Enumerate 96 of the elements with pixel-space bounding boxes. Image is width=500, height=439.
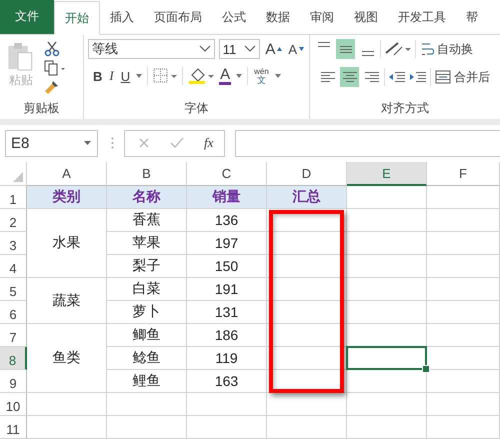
- underline-button[interactable]: U: [120, 68, 132, 84]
- header-cell: 类别: [27, 186, 107, 209]
- name-box[interactable]: E8: [5, 130, 98, 156]
- format-painter-icon[interactable]: [44, 79, 60, 95]
- row-number[interactable]: 6: [0, 301, 27, 324]
- row-number[interactable]: 4: [0, 255, 27, 278]
- horizontal-align-button[interactable]: [340, 67, 359, 87]
- table-cell: 梨子: [107, 255, 187, 278]
- header-cell: 名称: [107, 186, 187, 209]
- text-orientation-icon[interactable]: [384, 41, 412, 57]
- ribbon-tab[interactable]: 公式: [212, 1, 256, 34]
- column-heading[interactable]: B: [107, 162, 187, 186]
- triangle-icon: [13, 172, 23, 182]
- merge-center-button[interactable]: 合并后: [434, 68, 491, 86]
- wrap-icon: [420, 41, 434, 57]
- bold-button[interactable]: B: [92, 68, 104, 84]
- selected-cell[interactable]: [346, 346, 427, 370]
- ribbon-tab[interactable]: 数据: [256, 1, 300, 34]
- table-cell: 119: [187, 347, 267, 370]
- table-cell: 鲫鱼: [107, 324, 187, 347]
- row-number[interactable]: 1: [0, 186, 27, 209]
- column-heading[interactable]: C: [187, 162, 267, 186]
- table-cell: 白菜: [107, 278, 187, 301]
- row-number[interactable]: 9: [0, 370, 27, 393]
- decrease-indent-icon[interactable]: [388, 70, 406, 84]
- increase-indent-icon[interactable]: [409, 70, 427, 84]
- table-cell: 150: [187, 255, 267, 278]
- group-label: 对齐方式: [380, 100, 430, 117]
- ribbon-tab[interactable]: 帮: [456, 1, 488, 34]
- category-cell: 蔬菜: [27, 278, 107, 324]
- phonetic-guide-button[interactable]: wén 文: [253, 67, 270, 85]
- wrap-text-button[interactable]: 自动换: [419, 40, 474, 58]
- copy-icon[interactable]: [44, 60, 66, 76]
- insert-function-button[interactable]: fx: [204, 135, 214, 151]
- checkmark-icon[interactable]: [170, 137, 184, 149]
- column-heading[interactable]: E: [347, 162, 427, 186]
- row-number[interactable]: 5: [0, 278, 27, 301]
- group-label: 剪贴板: [22, 100, 60, 117]
- decrease-font-button[interactable]: A: [287, 42, 305, 56]
- row-number[interactable]: 7: [0, 324, 27, 347]
- align-lines-icon: [342, 70, 358, 84]
- table-cell: 163: [187, 370, 267, 393]
- table-cell: 131: [187, 301, 267, 324]
- column-heading[interactable]: A: [27, 162, 107, 186]
- table-cell: 鲤鱼: [107, 370, 187, 393]
- row-number[interactable]: 11: [0, 416, 27, 439]
- up-triangle-icon: [277, 47, 282, 51]
- italic-button[interactable]: I: [108, 68, 115, 84]
- align-lines-icon: [364, 70, 380, 84]
- header-cell: 汇总: [267, 186, 347, 209]
- font-name-field[interactable]: 等线: [88, 39, 215, 59]
- row-number[interactable]: 3: [0, 232, 27, 255]
- table-cell: 197: [187, 232, 267, 255]
- table-cell: 鲶鱼: [107, 347, 187, 370]
- column-heading[interactable]: D: [267, 162, 347, 186]
- caret-icon[interactable]: [136, 74, 142, 78]
- align-lines-icon: [320, 70, 336, 84]
- ribbon-tab[interactable]: 插入: [100, 1, 144, 34]
- ribbon-tab[interactable]: 视图: [344, 1, 388, 34]
- table-cell: 186: [187, 324, 267, 347]
- header-cell: 销量: [187, 186, 267, 209]
- grip-icon: [111, 137, 114, 149]
- category-cell: 水果: [27, 209, 107, 278]
- category-cell: 鱼类: [27, 324, 107, 393]
- table-cell: 萝卜: [107, 301, 187, 324]
- table-cell: 苹果: [107, 232, 187, 255]
- font-size-field[interactable]: 11: [218, 39, 260, 59]
- formula-input[interactable]: [235, 130, 500, 156]
- ribbon-tab[interactable]: 页面布局: [144, 1, 212, 34]
- dropdown-arrow-icon: [84, 141, 91, 145]
- fill-handle[interactable]: [422, 365, 430, 373]
- ribbon-tab[interactable]: 审阅: [300, 1, 344, 34]
- ribbon-tab[interactable]: 开始: [54, 1, 100, 35]
- file-tab[interactable]: 文件: [0, 0, 54, 34]
- align-lines-icon: [362, 51, 374, 56]
- column-heading[interactable]: F: [427, 162, 500, 186]
- caret-icon[interactable]: [274, 74, 281, 78]
- caret-icon[interactable]: [236, 74, 242, 78]
- increase-font-button[interactable]: A: [264, 40, 284, 58]
- row-number[interactable]: 2: [0, 209, 27, 232]
- row-number[interactable]: 8: [0, 347, 27, 370]
- table-cell: 191: [187, 278, 267, 301]
- align-lines-icon: [340, 46, 352, 52]
- font-color-button[interactable]: A: [219, 67, 232, 85]
- table-cell: 136: [187, 209, 267, 232]
- vertical-align-button[interactable]: [336, 39, 355, 59]
- row-number[interactable]: 10: [0, 393, 27, 416]
- merge-icon: [435, 70, 451, 84]
- fill-color-icon[interactable]: [188, 67, 214, 85]
- scissors-icon[interactable]: [44, 41, 60, 57]
- ribbon-tab[interactable]: 开发工具: [388, 1, 456, 34]
- group-label: 字体: [184, 100, 210, 117]
- table-cell: 香蕉: [107, 209, 187, 232]
- border-icon[interactable]: [153, 68, 178, 84]
- down-triangle-icon: [299, 47, 304, 51]
- align-lines-icon: [318, 42, 330, 47]
